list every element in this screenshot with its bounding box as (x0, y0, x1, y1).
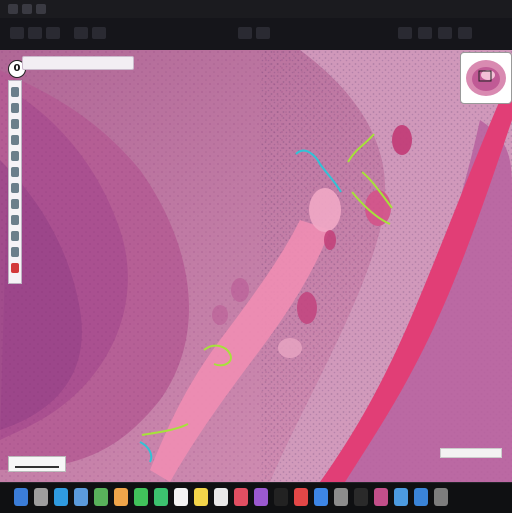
facetime-icon[interactable] (154, 488, 168, 506)
messages-icon[interactable] (134, 488, 148, 506)
slide-viewer[interactable] (0, 50, 512, 482)
ruler-icon[interactable] (238, 27, 252, 39)
left-toolbar (8, 80, 22, 284)
text-icon[interactable] (11, 231, 19, 241)
slide-viewer-icon[interactable] (374, 488, 388, 506)
tissue-image (0, 50, 512, 482)
status-indicator (440, 448, 502, 458)
settings-icon[interactable] (398, 27, 412, 39)
maps-icon[interactable] (94, 488, 108, 506)
close-window-icon[interactable] (8, 4, 18, 14)
ellipse-icon[interactable] (11, 135, 19, 145)
minimap[interactable] (460, 52, 512, 104)
grid-icon[interactable] (438, 27, 452, 39)
preview-icon[interactable] (394, 488, 408, 506)
image-icon[interactable] (46, 27, 60, 39)
reminders-icon[interactable] (214, 488, 228, 506)
point-icon[interactable] (11, 215, 19, 225)
terminal-icon[interactable] (354, 488, 368, 506)
maximize-window-icon[interactable] (36, 4, 46, 14)
calendar-icon[interactable] (174, 488, 188, 506)
layers-icon[interactable] (418, 27, 432, 39)
record-icon[interactable] (11, 263, 19, 273)
settings-icon[interactable] (334, 488, 348, 506)
scale-bar-line (15, 466, 59, 468)
zoom-out-icon[interactable] (92, 27, 106, 39)
podcasts-icon[interactable] (254, 488, 268, 506)
finder-icon[interactable] (14, 488, 28, 506)
minimap-thumbnail (466, 60, 506, 96)
pen-icon[interactable] (256, 27, 270, 39)
measure-icon[interactable] (11, 247, 19, 257)
home-icon[interactable] (10, 27, 24, 39)
trash-icon[interactable] (434, 488, 448, 506)
notes-icon[interactable] (194, 488, 208, 506)
xcode-icon[interactable] (414, 488, 428, 506)
photos-icon[interactable] (114, 488, 128, 506)
main-toolbar (0, 18, 512, 51)
help-icon[interactable] (458, 27, 472, 39)
brush-icon[interactable] (11, 183, 19, 193)
pointer-icon[interactable] (11, 87, 19, 97)
launcher-icon[interactable] (34, 488, 48, 506)
dock (0, 482, 512, 513)
news-icon[interactable] (294, 488, 308, 506)
zoom-in-icon[interactable] (74, 27, 88, 39)
folder-icon[interactable] (28, 27, 42, 39)
eraser-icon[interactable] (11, 199, 19, 209)
mail-icon[interactable] (74, 488, 88, 506)
safari-icon[interactable] (54, 488, 68, 506)
window-titlebar (0, 0, 512, 19)
search-input[interactable] (22, 56, 134, 70)
scale-bar (8, 456, 66, 472)
minimize-window-icon[interactable] (22, 4, 32, 14)
freehand-icon[interactable] (11, 167, 19, 177)
music-icon[interactable] (234, 488, 248, 506)
store-icon[interactable] (314, 488, 328, 506)
tv-icon[interactable] (274, 488, 288, 506)
polygon-icon[interactable] (11, 151, 19, 161)
pan-icon[interactable] (11, 103, 19, 113)
rectangle-icon[interactable] (11, 119, 19, 129)
